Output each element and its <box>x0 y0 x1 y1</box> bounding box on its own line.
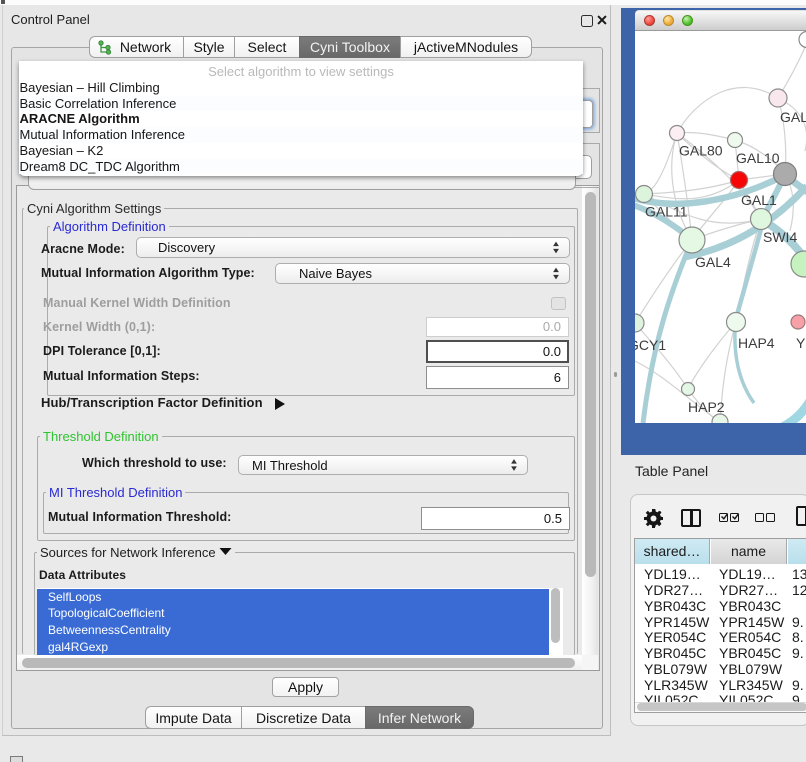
svg-text:HAP2: HAP2 <box>688 399 725 415</box>
svg-text:GAL80: GAL80 <box>679 143 723 159</box>
svg-text:GAL4: GAL4 <box>695 254 731 270</box>
svg-text:GAL10: GAL10 <box>736 150 780 166</box>
svg-text:GCY1: GCY1 <box>635 337 666 353</box>
svg-text:HAP4: HAP4 <box>738 335 775 351</box>
svg-text:Y: Y <box>796 335 806 351</box>
svg-text:GAL1: GAL1 <box>741 192 777 208</box>
svg-text:SWI4: SWI4 <box>763 229 797 245</box>
svg-text:GAL11: GAL11 <box>645 204 688 220</box>
svg-text:GAL7: GAL7 <box>780 109 806 125</box>
